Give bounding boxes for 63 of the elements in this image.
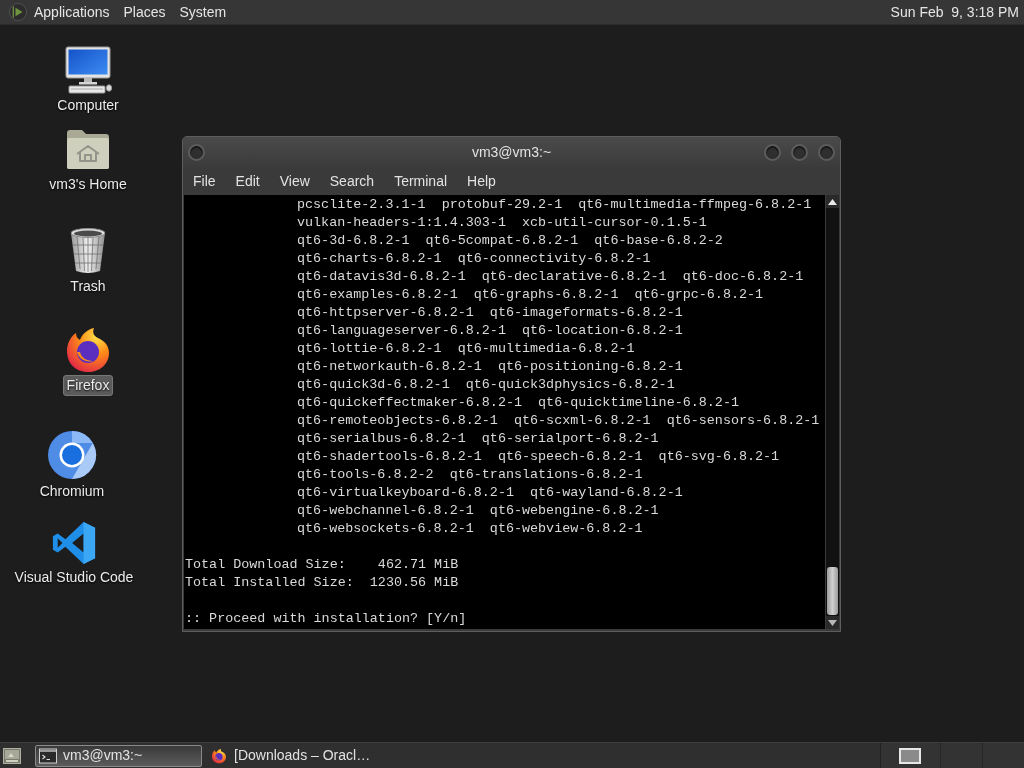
terminal-line: Total Download Size: 462.71 MiB xyxy=(185,556,459,574)
menu-item[interactable]: Help xyxy=(457,167,506,195)
terminal-line: qt6-examples-6.8.2-1 qt6-graphs-6.8.2-1 qt6-grpc-6.8.2-1 xyxy=(297,286,764,304)
panel-menu[interactable]: System xyxy=(172,0,234,24)
terminal-line: qt6-virtualkeyboard-6.8.2-1 qt6-wayland-6.8.2-1 xyxy=(297,484,683,502)
desktop-icon-label[interactable]: Chromium xyxy=(35,481,109,502)
workspace-switcher[interactable] xyxy=(880,743,1024,768)
up-arrow-icon xyxy=(828,198,837,205)
vscode-icon[interactable] xyxy=(51,520,97,566)
terminal-line: qt6-shadertools-6.8.2-1 qt6-speech-6.8.2-1 qt6-svg-6.8.2-1 xyxy=(297,448,780,466)
menu-item[interactable]: View xyxy=(269,167,320,195)
down-arrow-icon xyxy=(828,619,837,626)
clock[interactable]: Sun Feb 9, 3:18 PM xyxy=(890,1,1024,23)
terminal-prompt: :: Proceed with installation? [Y/n] xyxy=(185,610,467,628)
panel-menu[interactable]: Applications xyxy=(27,0,117,24)
maximize-button[interactable] xyxy=(791,143,808,161)
home-folder-icon[interactable] xyxy=(65,127,111,171)
terminal-line: qt6-quick3d-6.8.2-1 qt6-quick3dphysics-6.8.2-1 xyxy=(297,376,675,394)
window-title: vm3@vm3:~ xyxy=(471,142,552,162)
menu-item[interactable]: Search xyxy=(319,167,385,195)
desktop-icon-label[interactable]: Visual Studio Code xyxy=(10,567,138,588)
taskbar-button[interactable]: [Downloads – Oracl… xyxy=(206,744,373,767)
window-thumbnail xyxy=(899,747,921,764)
desktop-icon-label[interactable]: vm3's Home xyxy=(45,174,131,195)
terminal-line: qt6-charts-6.8.2-1 qt6-connectivity-6.8.2-1 xyxy=(297,250,651,268)
terminal-line: qt6-remoteobjects-6.8.2-1 qt6-scxml-6.8.2-1 qt6-sensors-6.8.2-1 xyxy=(297,412,820,430)
terminal-line: qt6-tools-6.8.2-2 qt6-translations-6.8.2-1 xyxy=(297,466,643,484)
desktop-icon-label[interactable]: Computer xyxy=(53,95,123,116)
terminal-line: qt6-quickeffectmaker-6.8.2-1 qt6-quicktimeline-6.8.2-1 xyxy=(297,394,739,412)
terminal-line: qt6-httpserver-6.8.2-1 qt6-imageformats-6.8.2-1 xyxy=(297,304,683,322)
terminal-line: qt6-webchannel-6.8.2-1 qt6-webengine-6.8.2-1 xyxy=(297,502,659,520)
terminal-line: qt6-networkauth-6.8.2-1 qt6-positioning-6.8.2-1 xyxy=(297,358,683,376)
close-button[interactable] xyxy=(818,143,835,161)
triangle-logo-icon[interactable] xyxy=(9,3,27,21)
terminal-line: vulkan-headers-1:1.4.303-1 xcb-util-cursor-0.1.5-1 xyxy=(297,214,707,232)
terminal-line: pcsclite-2.3.1-1 protobuf-29.2-1 qt6-multimedia-ffmpeg-6.8.2-1 xyxy=(297,196,812,214)
terminal-line: qt6-serialbus-6.8.2-1 qt6-serialport-6.8.2-1 xyxy=(297,430,659,448)
monitor-icon[interactable] xyxy=(63,46,113,94)
terminal-line: qt6-languageserver-6.8.2-1 qt6-location-6.8.2-1 xyxy=(297,322,683,340)
desktop-icon-label[interactable]: Trash xyxy=(66,276,110,297)
scrollbar[interactable] xyxy=(825,195,839,629)
terminal-icon xyxy=(39,747,57,764)
taskbar-button[interactable]: vm3@vm3:~ xyxy=(35,744,202,767)
menu-item[interactable]: File xyxy=(183,167,226,195)
scrollbar-thumb[interactable] xyxy=(827,567,838,615)
menu-item[interactable]: Edit xyxy=(225,167,270,195)
menu-item[interactable]: Terminal xyxy=(384,167,458,195)
scroll-up-button[interactable] xyxy=(826,195,839,208)
chromium-icon[interactable] xyxy=(47,430,97,480)
terminal-line: qt6-lottie-6.8.2-1 qt6-multimedia-6.8.2-1 xyxy=(297,340,635,358)
scroll-down-button[interactable] xyxy=(826,616,839,629)
panel-menu[interactable]: Places xyxy=(116,0,173,24)
terminal-line: qt6-3d-6.8.2-1 qt6-5compat-6.8.2-1 qt6-base-6.8.2-2 xyxy=(297,232,723,250)
window-menu-button[interactable] xyxy=(188,143,205,161)
terminal-line: qt6-datavis3d-6.8.2-1 qt6-declarative-6.8.2-1 qt6-doc-6.8.2-1 xyxy=(297,268,804,286)
terminal-line: Total Installed Size: 1230.56 MiB xyxy=(185,574,459,592)
minimize-button[interactable] xyxy=(764,143,781,161)
desktop-icon-label[interactable]: Firefox xyxy=(62,375,114,396)
firefox-icon[interactable] xyxy=(64,326,112,374)
terminal-line: qt6-websockets-6.8.2-1 qt6-webview-6.8.2-1 xyxy=(297,520,643,538)
trash-icon[interactable] xyxy=(68,227,108,275)
show-desktop-icon[interactable] xyxy=(3,747,21,764)
firefox-icon xyxy=(210,747,228,764)
